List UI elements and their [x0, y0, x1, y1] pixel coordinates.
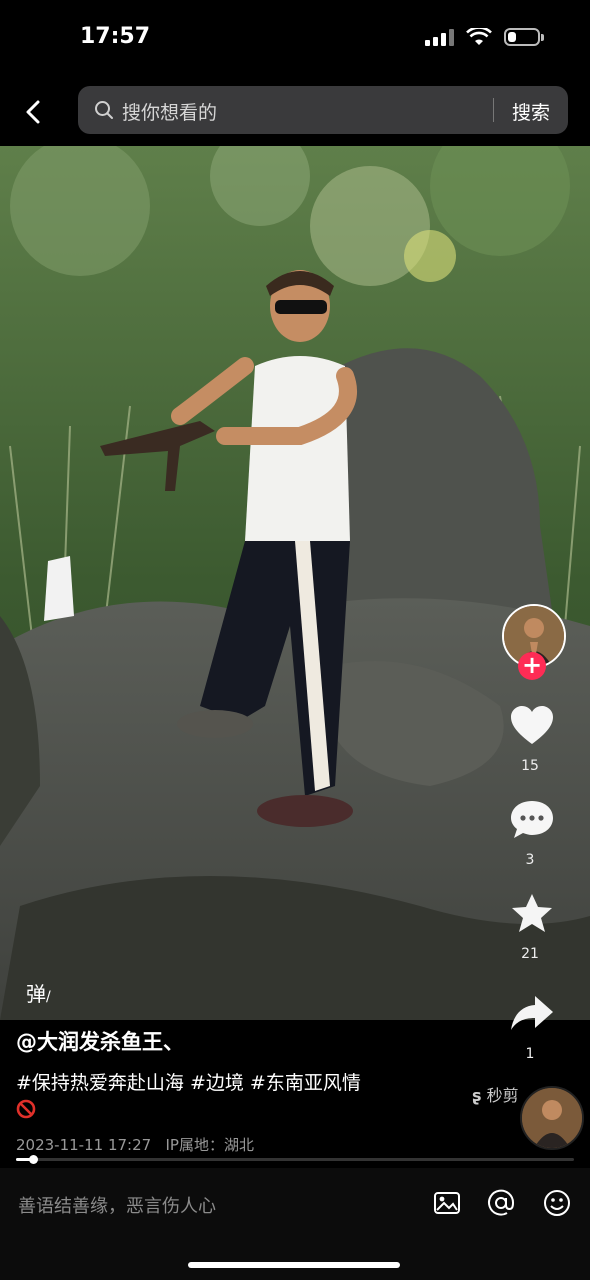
jianji-label: 秒剪: [486, 1086, 519, 1105]
emoji-icon[interactable]: [542, 1188, 572, 1218]
follow-plus-icon[interactable]: +: [518, 652, 546, 680]
search-input[interactable]: 搜你想看的: [122, 98, 217, 125]
prohibited-icon: [16, 1099, 36, 1119]
status-bar: 17:57: [0, 0, 590, 80]
at-icon[interactable]: [486, 1188, 516, 1218]
status-time: 17:57: [80, 24, 151, 49]
video-progress[interactable]: [16, 1155, 574, 1164]
danmu-icon[interactable]: 弹/: [26, 978, 51, 1007]
favorite-count: 21: [521, 946, 539, 962]
comment-icon[interactable]: [509, 798, 555, 842]
image-icon[interactable]: [432, 1188, 462, 1218]
jianji-badge[interactable]: ʂ 秒剪: [472, 1082, 519, 1106]
comment-input[interactable]: 善语结善缘，恶言伤人心: [18, 1192, 216, 1218]
home-indicator: [188, 1262, 400, 1268]
top-bar: 搜你想看的 搜索: [0, 80, 590, 146]
search-button[interactable]: 搜索: [512, 98, 550, 125]
hashtags[interactable]: #保持热爱奔赴山海 #边境 #东南亚风情: [16, 1068, 456, 1095]
music-avatar[interactable]: [520, 1086, 584, 1150]
search-icon: [95, 101, 113, 119]
star-icon[interactable]: [509, 892, 555, 936]
share-count: 1: [525, 1046, 535, 1062]
music-avatar-image: [522, 1088, 582, 1148]
share-icon[interactable]: [509, 992, 555, 1036]
like-count: 15: [521, 758, 539, 774]
comment-count: 3: [525, 852, 535, 868]
post-meta: 2023-11-11 17:27 IP属地：湖北: [16, 1134, 254, 1155]
heart-icon[interactable]: [509, 704, 555, 748]
wifi-icon: [466, 28, 492, 45]
post-date: 2023-11-11 17:27: [16, 1136, 152, 1154]
author-name[interactable]: @大润发杀鱼王、: [16, 1026, 456, 1056]
signal-icon: [425, 28, 454, 46]
ip-location: IP属地：湖北: [165, 1136, 254, 1154]
action-rail: + 15 3 21 1: [480, 600, 590, 1062]
search-divider: [493, 98, 494, 122]
search-bar[interactable]: 搜你想看的 搜索: [78, 86, 568, 134]
battery-icon: [504, 28, 544, 46]
progress-handle[interactable]: [28, 1155, 38, 1164]
danmu-label: 弹: [26, 982, 46, 1006]
status-icons: [425, 28, 544, 46]
post-caption: @大润发杀鱼王、 #保持热爱奔赴山海 #边境 #东南亚风情: [16, 1026, 456, 1123]
back-arrow-icon[interactable]: [18, 96, 50, 128]
